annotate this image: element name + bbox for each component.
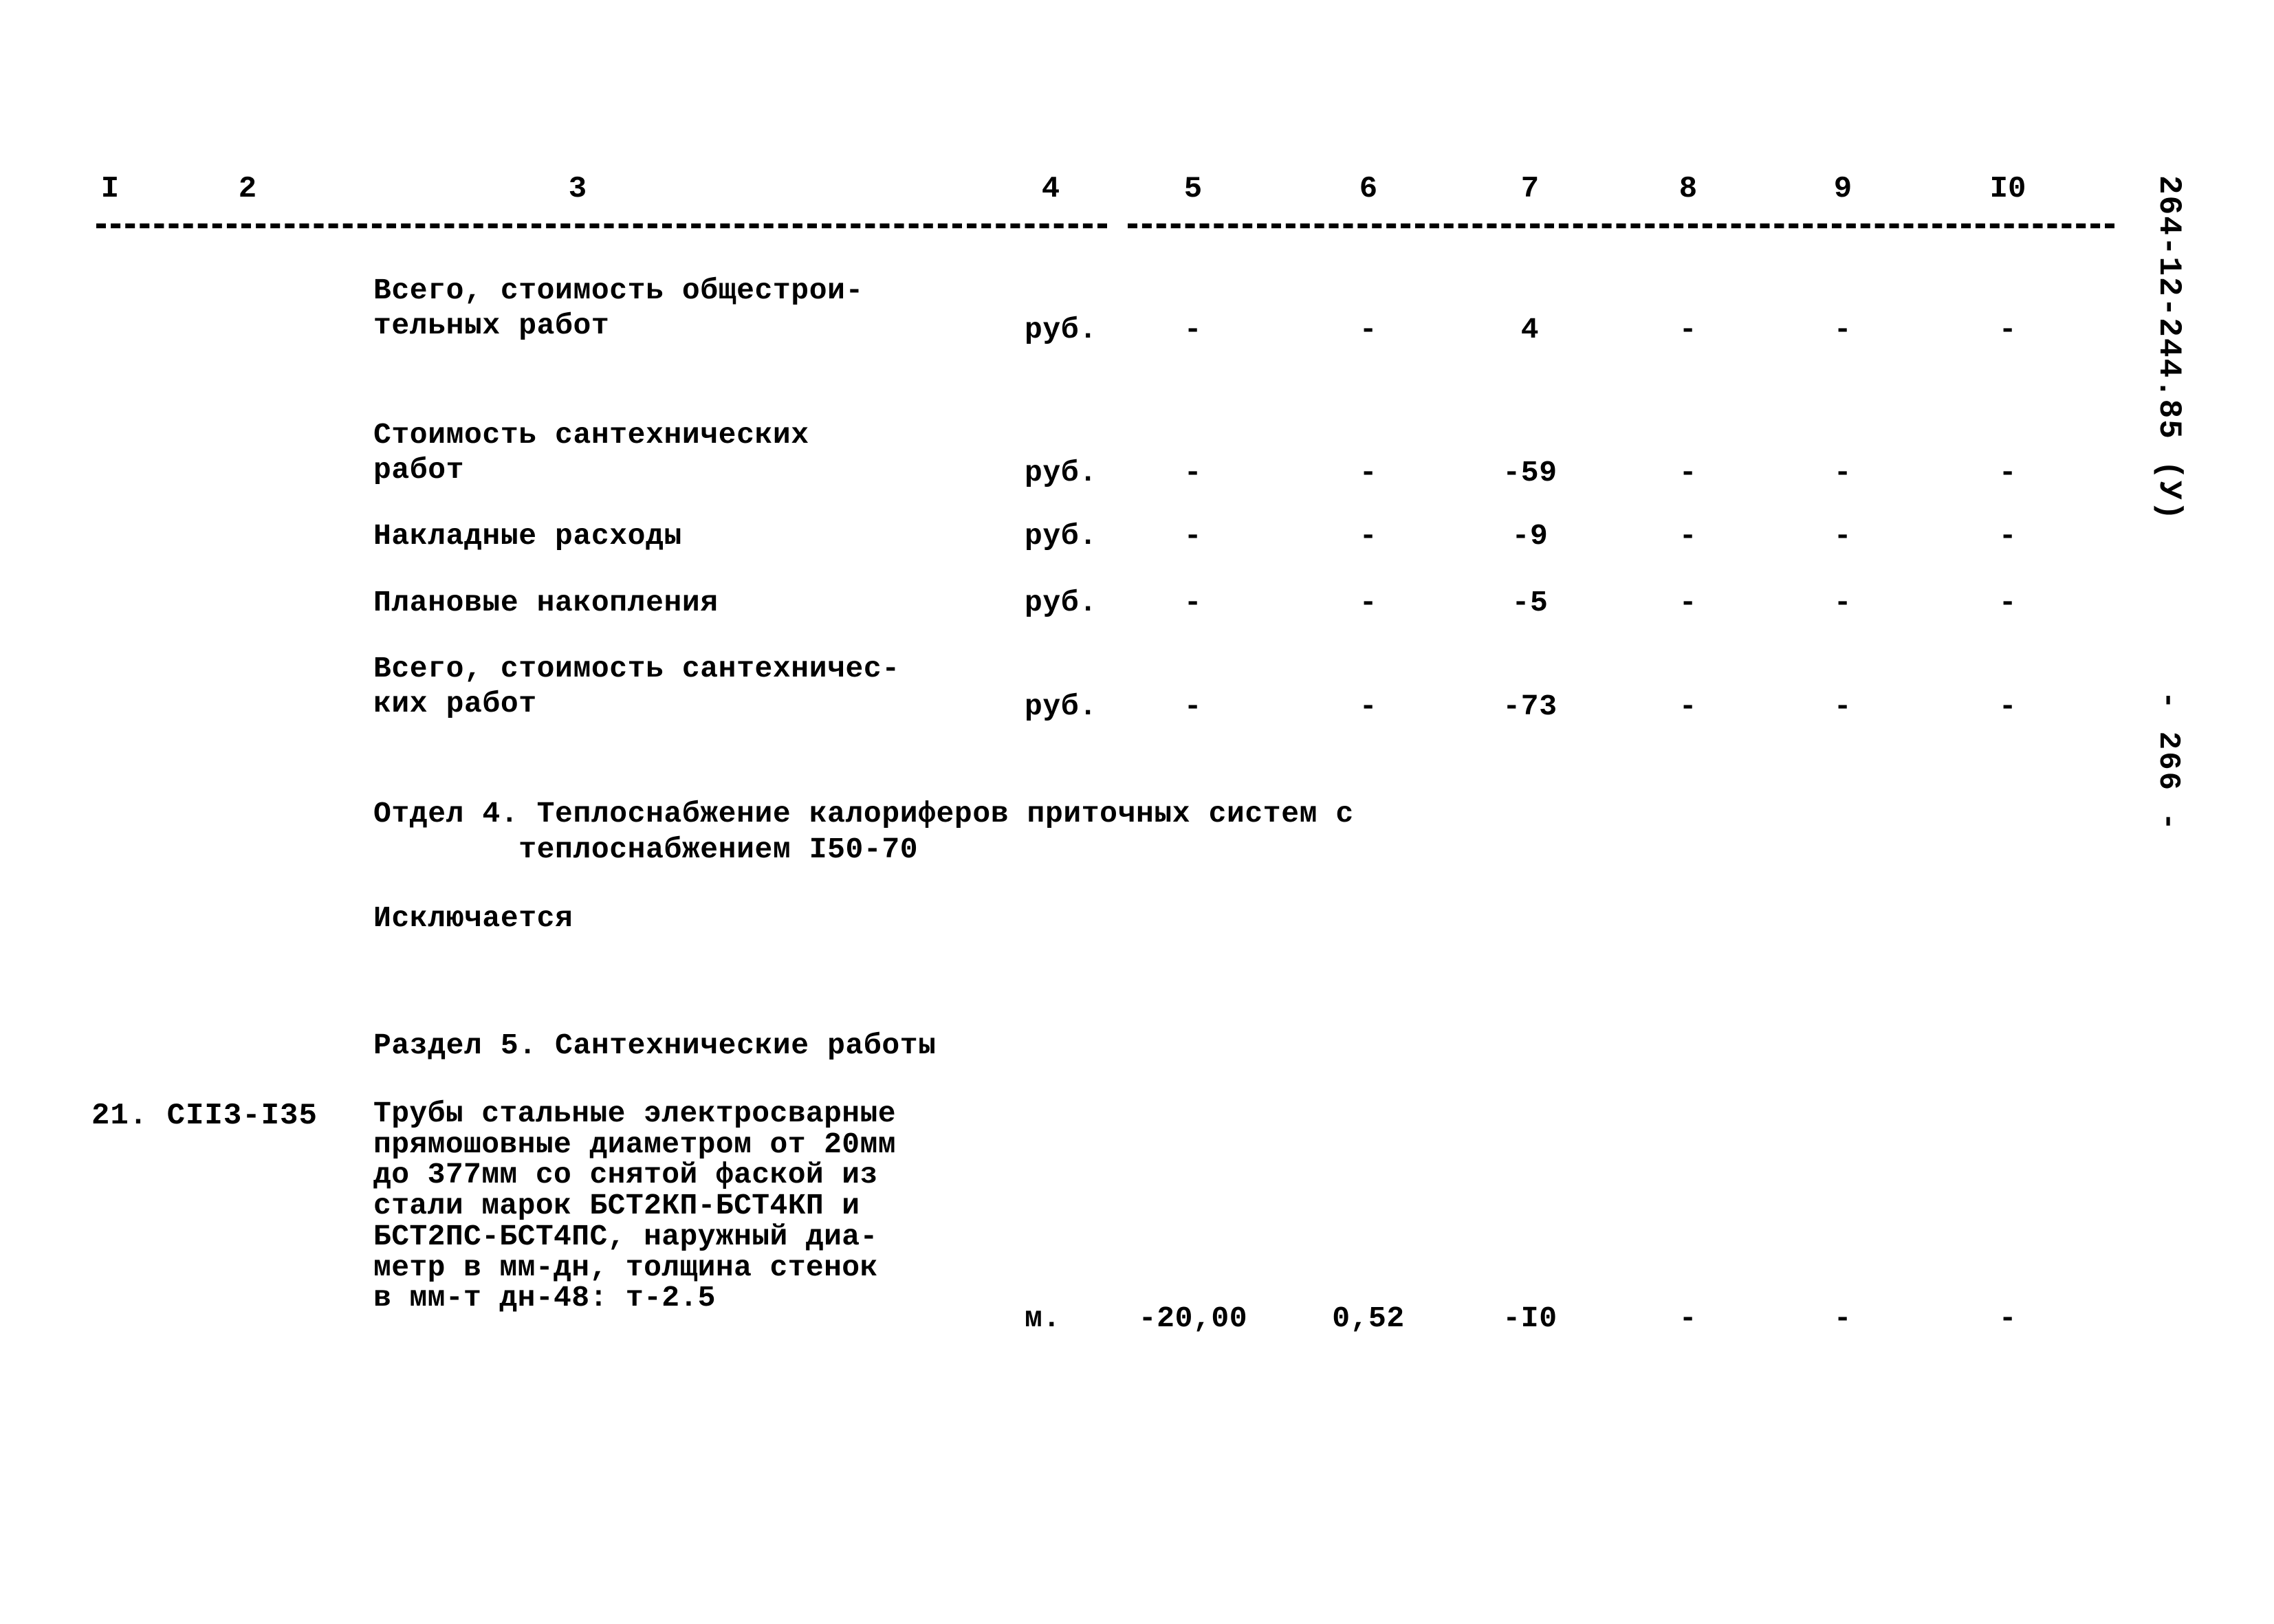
row-description: Всего, стоимость общестрои- тельных рабо… bbox=[373, 274, 864, 342]
column-header-5: 5 bbox=[1183, 172, 1203, 206]
row-value-c6: - bbox=[1359, 586, 1378, 619]
row-description: Стоимость сантехнических работ bbox=[373, 418, 809, 487]
header-rule-left bbox=[96, 223, 1107, 228]
margin-document-code: 264-12-244.85 (У) bbox=[2151, 175, 2187, 522]
row-value-c6: - bbox=[1359, 456, 1378, 490]
row-value-c9: - bbox=[1833, 313, 1852, 347]
column-header-9: 9 bbox=[1833, 172, 1852, 206]
column-header-3: 3 bbox=[568, 172, 587, 206]
column-header-8: 8 bbox=[1679, 172, 1698, 206]
row-value-c10: - bbox=[1998, 690, 2018, 723]
row-value-c10: - bbox=[1998, 519, 2018, 553]
column-header-1: I bbox=[100, 172, 120, 206]
row-unit: руб. bbox=[1025, 690, 1097, 723]
row-unit: руб. bbox=[1025, 456, 1097, 490]
row-unit: руб. bbox=[1025, 519, 1097, 553]
row-unit: руб. bbox=[1025, 586, 1097, 619]
row-value-c7: -5 bbox=[1511, 586, 1549, 619]
row-description: Всего, стоимость сантехничес- ких работ bbox=[373, 652, 900, 721]
margin-page-number: - 266 - bbox=[2151, 691, 2185, 833]
item-value-c6: 0,52 bbox=[1332, 1302, 1405, 1335]
row-value-c6: - bbox=[1359, 313, 1378, 347]
row-value-c7: 4 bbox=[1520, 313, 1540, 347]
item-value-c8: - bbox=[1679, 1302, 1698, 1335]
row-description: Накладные расходы bbox=[373, 519, 682, 553]
row-value-c5: - bbox=[1183, 313, 1203, 347]
item-description: Трубы стальные электросварные прямошовны… bbox=[373, 1097, 896, 1315]
row-unit: руб. bbox=[1025, 313, 1097, 347]
section-heading-otdel-4: Отдел 4. Теплоснабжение калориферов прит… bbox=[373, 797, 1354, 867]
row-value-c7: -9 bbox=[1511, 519, 1549, 553]
row-value-c10: - bbox=[1998, 456, 2018, 490]
row-value-c8: - bbox=[1679, 313, 1698, 347]
row-value-c7: -59 bbox=[1502, 456, 1557, 490]
row-value-c5: - bbox=[1183, 586, 1203, 619]
section-note-excluded: Исключается bbox=[373, 901, 573, 935]
item-value-c7: -I0 bbox=[1502, 1302, 1557, 1335]
row-value-c8: - bbox=[1679, 690, 1698, 723]
item-number: 21. СII3-I35 bbox=[91, 1099, 318, 1133]
item-value-c9: - bbox=[1833, 1302, 1852, 1335]
column-header-10: I0 bbox=[1989, 172, 2026, 206]
row-description: Плановые накопления bbox=[373, 586, 719, 619]
column-header-2: 2 bbox=[238, 172, 257, 206]
row-value-c6: - bbox=[1359, 519, 1378, 553]
column-header-7: 7 bbox=[1520, 172, 1540, 206]
row-value-c9: - bbox=[1833, 690, 1852, 723]
row-value-c10: - bbox=[1998, 313, 2018, 347]
row-value-c10: - bbox=[1998, 586, 2018, 619]
section-heading-razdel-5: Раздел 5. Сантехнические работы bbox=[373, 1029, 937, 1062]
row-value-c5: - bbox=[1183, 690, 1203, 723]
item-value-c10: - bbox=[1998, 1302, 2018, 1335]
row-value-c5: - bbox=[1183, 519, 1203, 553]
row-value-c8: - bbox=[1679, 456, 1698, 490]
item-unit: м. bbox=[1025, 1302, 1061, 1335]
row-value-c9: - bbox=[1833, 519, 1852, 553]
column-header-4: 4 bbox=[1041, 172, 1060, 206]
row-value-c9: - bbox=[1833, 586, 1852, 619]
row-value-c8: - bbox=[1679, 519, 1698, 553]
header-rule-right bbox=[1128, 223, 2114, 228]
row-value-c9: - bbox=[1833, 456, 1852, 490]
item-value-c5: -20,00 bbox=[1138, 1302, 1248, 1335]
row-value-c8: - bbox=[1679, 586, 1698, 619]
row-value-c6: - bbox=[1359, 690, 1378, 723]
row-value-c5: - bbox=[1183, 456, 1203, 490]
row-value-c7: -73 bbox=[1502, 690, 1557, 723]
column-header-6: 6 bbox=[1359, 172, 1378, 206]
document-page: I 2 3 4 5 6 7 8 9 I0 Всего, стоимость об… bbox=[0, 0, 2274, 1624]
